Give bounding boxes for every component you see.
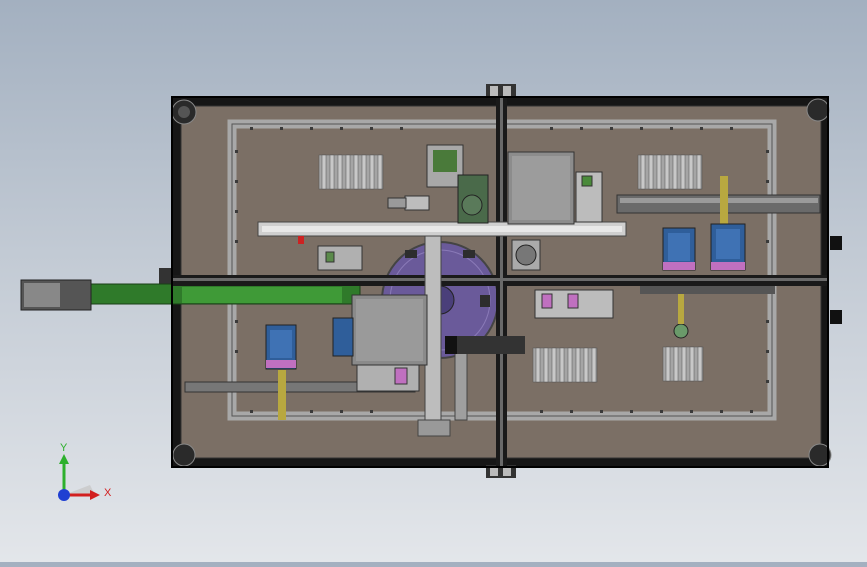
y-axis-label: Y bbox=[60, 442, 68, 454]
actuator-dark bbox=[445, 336, 525, 354]
heatsink-top-left bbox=[318, 154, 384, 190]
coordinate-triad: Y X bbox=[50, 440, 120, 510]
right-track bbox=[640, 286, 775, 294]
corner-bracket-tr bbox=[806, 98, 830, 122]
heatsink-top-right bbox=[637, 154, 703, 190]
servo-motor-center bbox=[332, 317, 354, 357]
servo-motor-lower-left bbox=[265, 324, 297, 370]
green-nozzle bbox=[673, 323, 689, 339]
sensor-module-left bbox=[317, 245, 363, 271]
machine-model[interactable] bbox=[0, 0, 867, 562]
right-connector-1 bbox=[830, 236, 842, 250]
cad-viewport[interactable]: Y X bbox=[0, 0, 867, 562]
linear-slide-right bbox=[616, 194, 821, 214]
corner-bracket-bl bbox=[172, 443, 196, 467]
cylinder-right-top bbox=[575, 171, 603, 223]
heatsink-bottom-right bbox=[662, 346, 704, 382]
cylinder-right-mid bbox=[534, 289, 614, 319]
servo-motor-upper-mid bbox=[662, 227, 696, 271]
servo-motor-upper-right bbox=[710, 223, 746, 271]
right-connector-2 bbox=[830, 310, 842, 324]
x-axis-label: X bbox=[104, 487, 112, 499]
heatsink-bottom-center bbox=[532, 347, 598, 383]
bottom-center-module bbox=[356, 364, 420, 392]
